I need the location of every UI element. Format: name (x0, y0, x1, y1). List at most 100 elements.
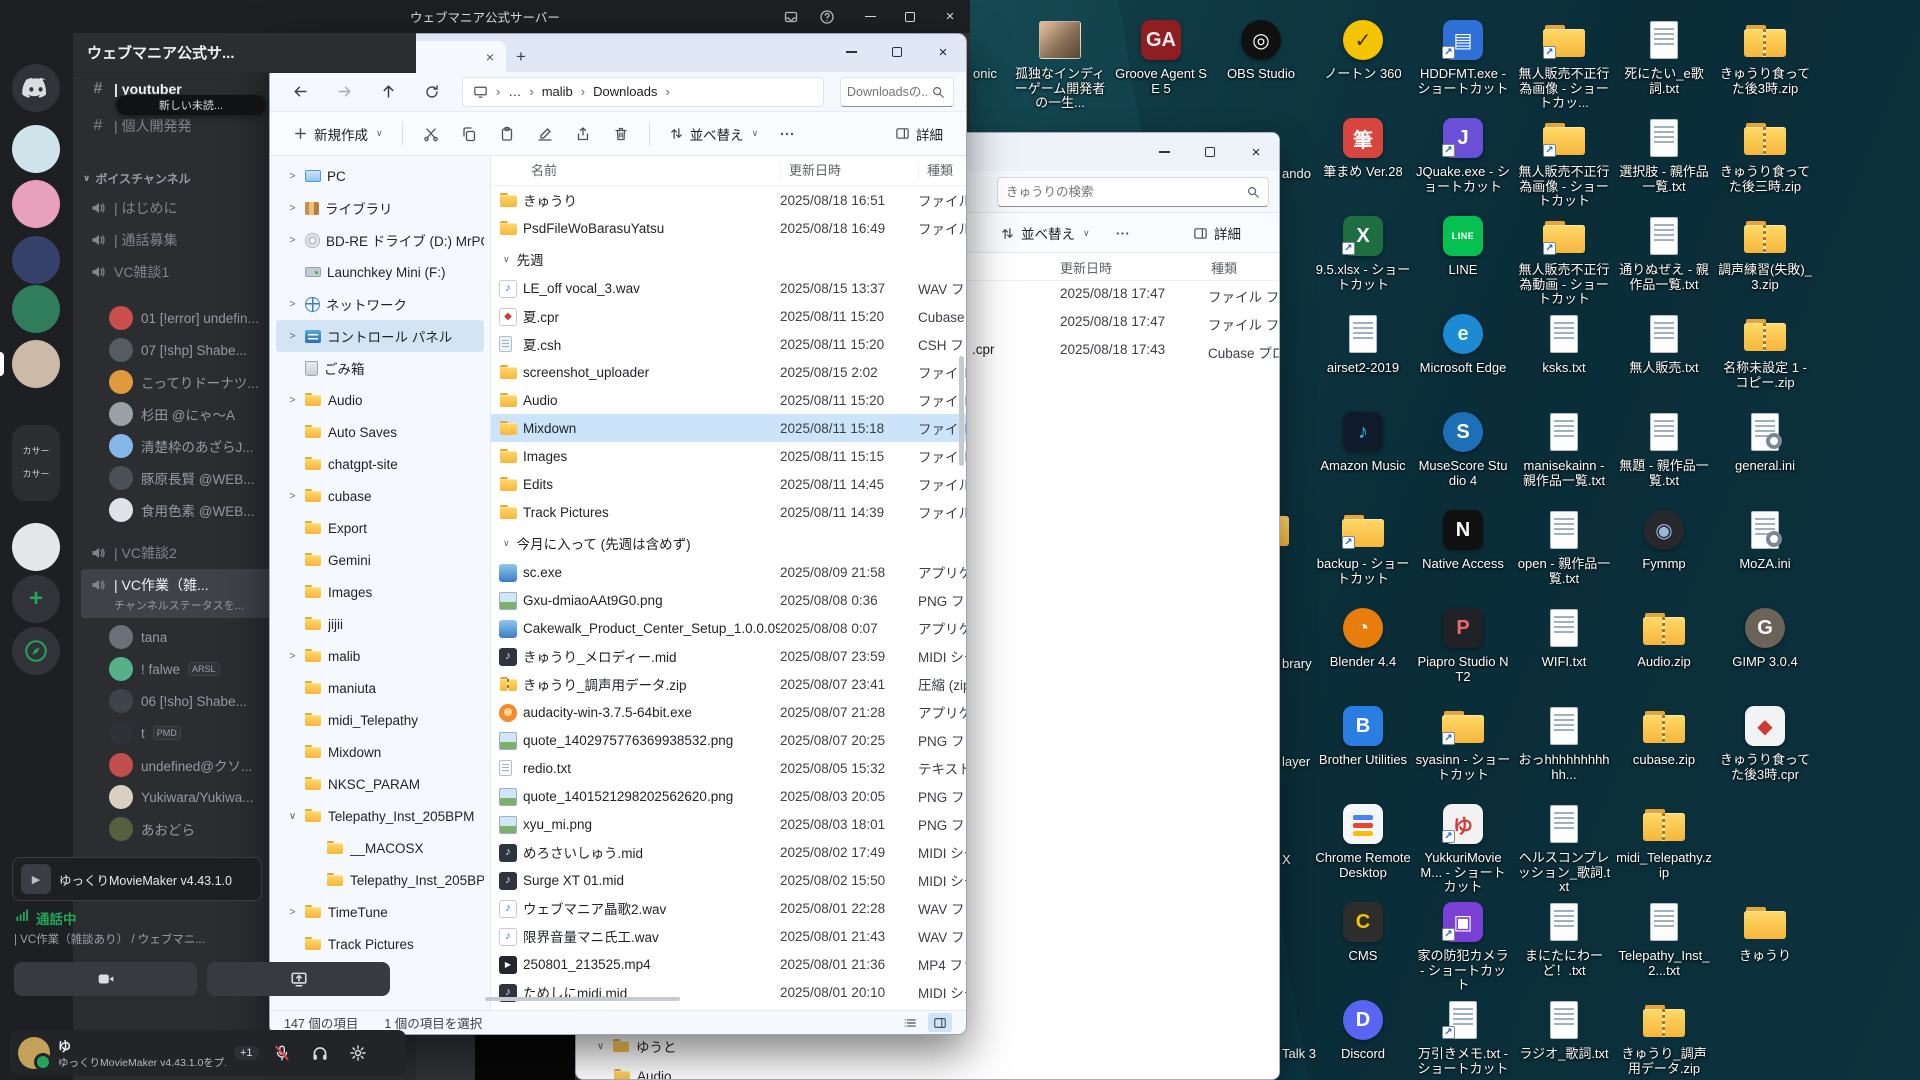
desktop-icon[interactable]: ◔Blender 4.4 (1315, 604, 1411, 670)
forward-button[interactable] (324, 76, 364, 108)
sidebar-item[interactable]: >PC (276, 160, 484, 192)
sidebar-item[interactable]: Audio (576, 1061, 836, 1080)
desktop-icon[interactable]: ↗backup - ショートカット (1315, 506, 1411, 586)
desktop-icon[interactable]: DDiscord (1315, 996, 1411, 1062)
desktop-icon[interactable]: MoZA.ini (1717, 506, 1813, 572)
breadcrumb-item-downloads[interactable]: Downloads (593, 84, 657, 99)
desktop-icon[interactable]: SMuseScore Studio 4 (1415, 408, 1511, 488)
file-row[interactable]: Mixdown2025/08/11 15:18ファイル フォ... (491, 414, 966, 442)
file-row[interactable]: ♪ウェブマニア晶歌2.wav2025/08/01 22:28WAV ファイ... (491, 894, 966, 922)
desktop-icon[interactable]: Chrome Remote Desktop (1315, 800, 1411, 880)
minimize-button[interactable] (828, 34, 874, 70)
avatar[interactable] (18, 1037, 50, 1069)
rename-button[interactable] (527, 117, 563, 151)
file-row[interactable]: Audio2025/08/11 15:20ファイル フォ... (491, 386, 966, 414)
sidebar-item[interactable]: >cubase (276, 480, 484, 512)
desktop-icon[interactable]: NNative Access (1415, 506, 1511, 572)
sidebar-item[interactable]: >malib (276, 640, 484, 672)
desktop-icon[interactable]: Telepathy_Inst_2...txt (1616, 898, 1712, 978)
copy-button[interactable] (451, 117, 487, 151)
desktop-icon[interactable]: 調声練習(失敗)_3.zip (1717, 212, 1813, 292)
vertical-scrollbar[interactable] (959, 356, 964, 466)
file-row[interactable]: quote_1402975776369938532.png2025/08/07 … (491, 726, 966, 754)
delete-button[interactable] (603, 117, 639, 151)
desktop-icon[interactable]: 選択肢 - 親作品一覧.txt (1616, 114, 1712, 194)
server-icon[interactable] (12, 340, 60, 388)
desktop-icon[interactable]: ↗無人販売不正行為動画 - ショートカット (1516, 212, 1612, 307)
server-folder[interactable]: カサーカサー (12, 425, 60, 501)
desktop-icon[interactable]: airset2-2019 (1315, 310, 1411, 376)
desktop-icon[interactable]: midi_Telepathy.zip (1616, 800, 1712, 880)
back-button[interactable] (280, 76, 320, 108)
list-view-button[interactable] (898, 1013, 922, 1032)
close-button[interactable]: × (920, 34, 966, 70)
sidebar-item[interactable]: >Audio (276, 384, 484, 416)
file-row[interactable]: ▶250801_213525.mp42025/08/01 21:36MP4 ファ… (491, 950, 966, 978)
desktop-icon[interactable]: ◉Fymmp (1616, 506, 1712, 572)
bg-sort-button[interactable]: 並べ替え ∨ (991, 217, 1099, 249)
server-icon[interactable] (12, 180, 60, 228)
bg-search-input[interactable] (1006, 185, 1246, 199)
desktop-icon[interactable]: 孤独なインディーゲーム開発者の一生... (1012, 16, 1108, 111)
sidebar-item[interactable]: maniuta (276, 672, 484, 704)
tree-chevron[interactable]: ∨ (286, 811, 299, 822)
tree-chevron[interactable]: > (286, 299, 299, 310)
desktop-icon[interactable]: 無題 - 親作品一覧.txt (1616, 408, 1712, 488)
search-box[interactable] (840, 77, 954, 107)
refresh-button[interactable] (412, 76, 452, 108)
sidebar-item[interactable]: Auto Saves (276, 416, 484, 448)
desktop-icon[interactable]: GGIMP 3.0.4 (1717, 604, 1813, 670)
file-row[interactable]: ♪きゅうり_メロディー.mid2025/08/07 23:59MIDI シーケ.… (491, 642, 966, 670)
settings-gear-icon[interactable] (343, 1038, 373, 1068)
breadcrumb-ellipsis[interactable]: … (508, 84, 521, 99)
explore-servers-button[interactable] (12, 627, 60, 675)
tree-chevron[interactable]: > (286, 203, 299, 214)
desktop-icon[interactable]: 通りぬぜえ - 親作品一覧.txt (1616, 212, 1712, 292)
sidebar-item[interactable]: >コントロール パネル (276, 320, 484, 352)
server-icon[interactable] (12, 523, 60, 571)
desktop-icon[interactable]: general.ini (1717, 408, 1813, 474)
tree-chevron[interactable]: ∨ (594, 1041, 607, 1052)
desktop-icon[interactable]: 筆筆まめ Ver.28 (1315, 114, 1411, 180)
file-row[interactable]: ♪ためしにmidi.mid2025/08/01 20:10MIDI シーケ... (491, 978, 966, 1006)
group-header[interactable]: ∨今月に入って (先週は含めず) (491, 528, 966, 558)
desktop-icon[interactable]: ◆きゅうり食ってた後3時.cpr (1717, 702, 1813, 782)
file-row[interactable]: Edits2025/08/11 14:45ファイル フォ... (491, 470, 966, 498)
file-row[interactable]: screenshot_uploader2025/08/15 2:02ファイル フ… (491, 358, 966, 386)
search-input[interactable] (847, 85, 927, 99)
desktop-icon[interactable]: J↗JQuake.exe - ショートカット (1415, 114, 1511, 194)
desktop-icon[interactable]: ksks.txt (1516, 310, 1612, 376)
up-button[interactable] (368, 76, 408, 108)
server-icon[interactable] (12, 125, 60, 173)
sidebar-item[interactable]: ∨ゆうと (576, 1031, 836, 1061)
discord-minimize-button[interactable] (850, 0, 890, 33)
tree-chevron[interactable]: > (286, 491, 299, 502)
details-button[interactable]: 詳細 (886, 118, 952, 150)
sidebar-item[interactable]: Telepathy_Inst_205BPM (276, 864, 484, 896)
bg-maximize-button[interactable] (1187, 133, 1233, 171)
file-row[interactable]: ♪LE_off vocal_3.wav2025/08/15 13:37WAV フ… (491, 274, 966, 302)
desktop-icon[interactable]: きゅうり (1717, 898, 1813, 964)
desktop-icon[interactable]: きゅうり食ってた後3時.zip (1717, 16, 1813, 96)
desktop-icon[interactable]: cubase.zip (1616, 702, 1712, 768)
file-row[interactable]: redio.txt2025/08/05 15:32テキスト ド... (491, 754, 966, 782)
share-button[interactable] (565, 117, 601, 151)
mic-muted-icon[interactable] (267, 1038, 297, 1068)
username[interactable]: ゆ (58, 1036, 226, 1055)
sidebar-item[interactable]: Images (276, 576, 484, 608)
discord-home-button[interactable] (12, 64, 60, 112)
desktop-icon[interactable]: BBrother Utilities (1315, 702, 1411, 768)
horizontal-scrollbar[interactable] (485, 997, 680, 1001)
column-header-type[interactable]: 種類 (918, 162, 966, 180)
breadcrumb[interactable]: › … › malib › Downloads › (462, 77, 824, 107)
column-header-date[interactable]: 更新日時 (780, 162, 918, 180)
maximize-button[interactable] (874, 34, 920, 70)
file-row[interactable]: audacity-win-3.7.5-64bit.exe2025/08/07 2… (491, 698, 966, 726)
desktop-icon[interactable]: おっhhhhhhhhhhh... (1516, 702, 1612, 782)
desktop-icon[interactable]: WIFI.txt (1516, 604, 1612, 670)
sidebar-item[interactable]: midi_Telepathy (276, 704, 484, 736)
desktop-icon[interactable]: ヘルスコンプレッション_歌詞.txt (1516, 800, 1612, 895)
breadcrumb-item-malib[interactable]: malib (542, 84, 573, 99)
desktop-icon[interactable]: PPiapro Studio NT2 (1415, 604, 1511, 684)
server-icon[interactable] (12, 285, 60, 333)
